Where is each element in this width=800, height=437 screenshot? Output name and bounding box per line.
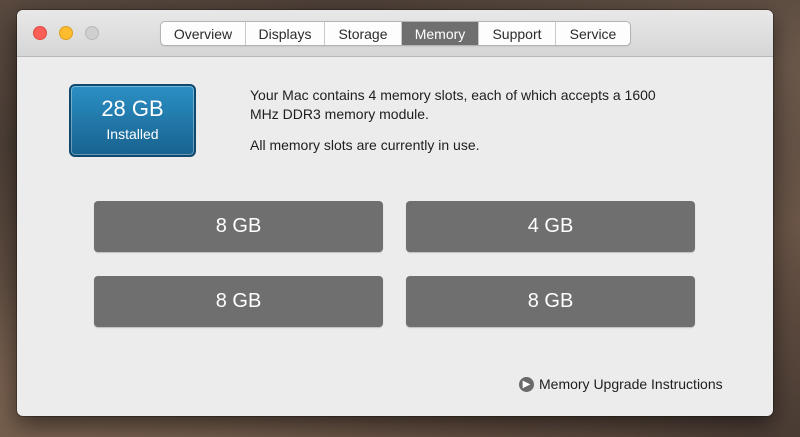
memory-upgrade-link-label: Memory Upgrade Instructions: [539, 376, 723, 392]
about-this-mac-window: Overview Displays Storage Memory Support…: [17, 10, 773, 416]
tab-storage[interactable]: Storage: [325, 22, 402, 45]
zoom-window-button[interactable]: [85, 26, 99, 40]
tab-overview[interactable]: Overview: [161, 22, 246, 45]
installed-memory-size: 28 GB: [101, 96, 164, 121]
memory-description: Your Mac contains 4 memory slots, each o…: [250, 86, 670, 155]
close-window-button[interactable]: [33, 26, 47, 40]
memory-slot-2: 4 GB: [406, 201, 695, 252]
title-bar: Overview Displays Storage Memory Support…: [17, 10, 773, 57]
memory-slots-status: All memory slots are currently in use.: [250, 137, 480, 153]
minimize-window-button[interactable]: [59, 26, 73, 40]
installed-memory-label: Installed: [106, 126, 159, 142]
installed-memory-badge: 28 GB Installed: [69, 84, 196, 157]
arrow-right-circle-icon: ▶: [519, 376, 534, 392]
memory-slot-4: 8 GB: [406, 276, 695, 327]
tab-displays[interactable]: Displays: [246, 22, 325, 45]
tab-support[interactable]: Support: [479, 22, 556, 45]
tab-memory[interactable]: Memory: [402, 22, 479, 45]
tab-bar: Overview Displays Storage Memory Support…: [160, 21, 631, 46]
memory-slots-description: Your Mac contains 4 memory slots, each o…: [250, 87, 656, 122]
memory-upgrade-instructions-link[interactable]: ▶ Memory Upgrade Instructions: [519, 374, 723, 394]
memory-slot-1: 8 GB: [94, 201, 383, 252]
memory-slot-3: 8 GB: [94, 276, 383, 327]
tab-service[interactable]: Service: [556, 22, 630, 45]
